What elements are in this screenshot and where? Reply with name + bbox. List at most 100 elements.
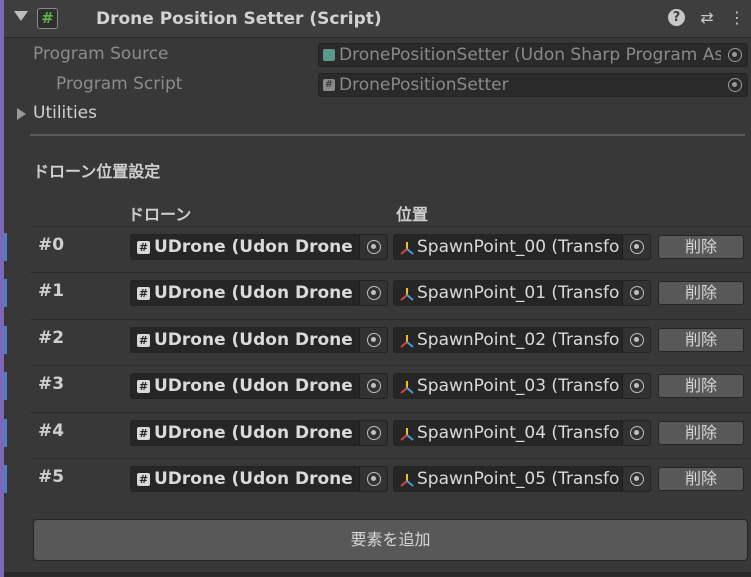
- component-header[interactable]: # Drone Position Setter (Script) ? ⇄ ⋮: [4, 0, 751, 38]
- position-field[interactable]: SpawnPoint_01 (Transform): [393, 280, 651, 306]
- object-picker-button[interactable]: [359, 421, 387, 445]
- help-icon[interactable]: ?: [668, 9, 685, 26]
- component-title: Drone Position Setter (Script): [96, 9, 382, 29]
- position-value: SpawnPoint_02 (Transform): [417, 330, 620, 350]
- position-field[interactable]: SpawnPoint_03 (Transform): [393, 373, 651, 399]
- drone-value: UDrone (Udon Drone Controller): [154, 283, 357, 303]
- position-field[interactable]: SpawnPoint_02 (Transform): [393, 327, 651, 353]
- utilities-foldout[interactable]: Utilities: [33, 103, 97, 123]
- program-source-value: DronePositionSetter (Udon Sharp Program …: [339, 45, 721, 65]
- object-picker-icon: [367, 286, 381, 300]
- drone-field[interactable]: # UDrone (Udon Drone Controller): [130, 420, 388, 446]
- object-picker-icon: [367, 426, 381, 440]
- object-picker-icon: [630, 240, 644, 254]
- csharp-script-icon: #: [137, 287, 150, 300]
- transform-icon: [400, 242, 414, 255]
- component-enabled-checkbox[interactable]: #: [37, 8, 58, 29]
- list-row[interactable]: #1 # UDrone (Udon Drone Controller) Spaw…: [4, 272, 751, 312]
- transform-icon: [400, 335, 414, 348]
- list-row[interactable]: #2 # UDrone (Udon Drone Controller) Spaw…: [4, 319, 751, 359]
- csharp-script-icon: #: [137, 427, 150, 440]
- program-script-label: Program Script: [56, 74, 183, 94]
- position-field[interactable]: SpawnPoint_00 (Transform): [393, 234, 651, 260]
- position-field[interactable]: SpawnPoint_04 (Transform): [393, 420, 651, 446]
- position-value: SpawnPoint_01 (Transform): [417, 283, 620, 303]
- object-picker-button[interactable]: [722, 44, 747, 66]
- drone-value: UDrone (Udon Drone Controller): [154, 237, 357, 257]
- program-script-field[interactable]: # DronePositionSetter: [318, 73, 748, 97]
- presets-icon[interactable]: ⇄: [698, 9, 716, 27]
- object-picker-button[interactable]: [622, 235, 650, 259]
- object-picker-button[interactable]: [359, 328, 387, 352]
- object-picker-button[interactable]: [359, 467, 387, 491]
- drone-field[interactable]: # UDrone (Udon Drone Controller): [130, 234, 388, 260]
- object-picker-icon: [728, 78, 742, 92]
- section-separator: [30, 134, 745, 136]
- section-title: ドローン位置設定: [33, 162, 161, 181]
- delete-button[interactable]: 削除: [658, 467, 744, 491]
- row-drag-handle[interactable]: [4, 326, 7, 354]
- delete-button[interactable]: 削除: [658, 328, 744, 352]
- drone-value: UDrone (Udon Drone Controller): [154, 469, 357, 489]
- object-picker-icon: [728, 48, 742, 62]
- object-picker-icon: [367, 240, 381, 254]
- delete-button[interactable]: 削除: [658, 374, 744, 398]
- csharp-script-icon: #: [137, 241, 150, 254]
- delete-button[interactable]: 削除: [658, 235, 744, 259]
- object-picker-button[interactable]: [359, 235, 387, 259]
- context-menu-icon[interactable]: ⋮: [728, 9, 746, 27]
- object-picker-button[interactable]: [722, 74, 747, 96]
- transform-icon: [400, 428, 414, 441]
- object-picker-icon: [367, 379, 381, 393]
- drone-field[interactable]: # UDrone (Udon Drone Controller): [130, 466, 388, 492]
- row-index: #2: [38, 328, 65, 348]
- drone-field[interactable]: # UDrone (Udon Drone Controller): [130, 280, 388, 306]
- delete-button[interactable]: 削除: [658, 281, 744, 305]
- add-element-button[interactable]: 要素を追加: [33, 519, 748, 561]
- csharp-script-icon: #: [137, 473, 150, 486]
- udon-program-asset-icon: [323, 49, 335, 61]
- drone-value: UDrone (Udon Drone Controller): [154, 376, 357, 396]
- object-picker-icon: [367, 472, 381, 486]
- program-source-field[interactable]: DronePositionSetter (Udon Sharp Program …: [318, 43, 748, 67]
- csharp-script-icon: #: [323, 79, 335, 91]
- object-picker-icon: [630, 286, 644, 300]
- list-row[interactable]: #4 # UDrone (Udon Drone Controller) Spaw…: [4, 412, 751, 452]
- csharp-script-icon: #: [137, 334, 150, 347]
- collapse-arrow-icon[interactable]: [14, 11, 28, 21]
- foldout-arrow-icon[interactable]: [17, 108, 26, 120]
- object-picker-icon: [630, 472, 644, 486]
- row-index: #4: [38, 421, 65, 441]
- object-picker-button[interactable]: [622, 374, 650, 398]
- list-row[interactable]: #5 # UDrone (Udon Drone Controller) Spaw…: [4, 458, 751, 498]
- object-picker-button[interactable]: [359, 374, 387, 398]
- row-index: #1: [38, 281, 65, 301]
- row-drag-handle[interactable]: [4, 419, 7, 447]
- position-value: SpawnPoint_05 (Transform): [417, 469, 620, 489]
- inspector-bottom-border: [4, 572, 751, 577]
- object-picker-button[interactable]: [622, 467, 650, 491]
- list-row[interactable]: #0 # UDrone (Udon Drone Controller) Spaw…: [4, 226, 751, 266]
- transform-icon: [400, 381, 414, 394]
- row-drag-handle[interactable]: [4, 372, 7, 400]
- row-drag-handle[interactable]: [4, 279, 7, 307]
- object-picker-button[interactable]: [359, 281, 387, 305]
- position-value: SpawnPoint_03 (Transform): [417, 376, 620, 396]
- position-value: SpawnPoint_04 (Transform): [417, 423, 620, 443]
- row-drag-handle[interactable]: [4, 465, 7, 493]
- row-index: #3: [38, 374, 65, 394]
- object-picker-button[interactable]: [622, 281, 650, 305]
- program-script-value: DronePositionSetter: [339, 75, 509, 95]
- drone-field[interactable]: # UDrone (Udon Drone Controller): [130, 327, 388, 353]
- drone-field[interactable]: # UDrone (Udon Drone Controller): [130, 373, 388, 399]
- position-field[interactable]: SpawnPoint_05 (Transform): [393, 466, 651, 492]
- csharp-script-icon: #: [137, 380, 150, 393]
- object-picker-icon: [367, 333, 381, 347]
- delete-button[interactable]: 削除: [658, 421, 744, 445]
- object-picker-icon: [630, 379, 644, 393]
- row-index: #0: [38, 235, 65, 255]
- object-picker-button[interactable]: [622, 421, 650, 445]
- object-picker-button[interactable]: [622, 328, 650, 352]
- list-row[interactable]: #3 # UDrone (Udon Drone Controller) Spaw…: [4, 365, 751, 405]
- row-drag-handle[interactable]: [4, 233, 7, 261]
